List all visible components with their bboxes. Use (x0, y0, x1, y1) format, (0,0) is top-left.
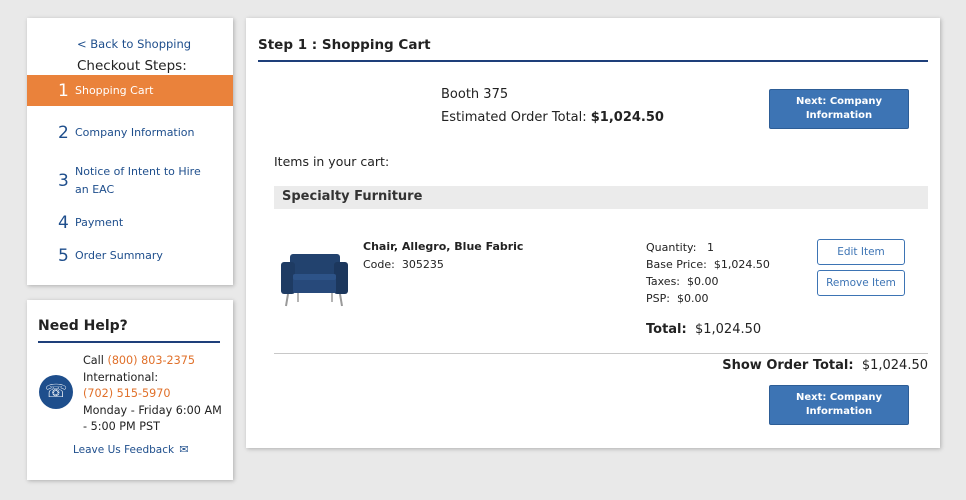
quantity-value: 1 (706, 241, 714, 254)
psp-value: $0.00 (676, 292, 709, 305)
step-label: Notice of Intent to Hire an EAC (75, 165, 201, 196)
step-number: 5 (58, 246, 69, 266)
quantity-label: Quantity: (646, 241, 697, 254)
phone-icon: ☏ (39, 375, 73, 409)
step-payment[interactable]: 4 Payment (27, 213, 233, 233)
leave-feedback-link[interactable]: Leave Us Feedback ✉ (73, 443, 189, 456)
psp-label: PSP: (646, 292, 670, 305)
estimated-total-value: $1,024.50 (590, 110, 664, 125)
step-company-information[interactable]: 2 Company Information (27, 115, 233, 151)
category-title: Specialty Furniture (282, 189, 423, 204)
category-header: Specialty Furniture (274, 186, 928, 209)
envelope-icon: ✉ (179, 443, 189, 456)
call-prefix: Call (83, 354, 108, 367)
international-phone-link[interactable]: (702) 515-5970 (83, 387, 171, 400)
step-number: 4 (58, 213, 69, 233)
edit-item-button[interactable]: Edit Item (817, 239, 905, 265)
shopping-cart-panel: Step 1 : Shopping Cart Booth 375 Estimat… (246, 18, 940, 448)
estimated-order-total: Estimated Order Total: $1,024.50 (441, 110, 664, 125)
show-order-total: Show Order Total: $1,024.50 (722, 358, 928, 373)
step-label: Payment (75, 216, 124, 229)
remove-item-button[interactable]: Remove Item (817, 270, 905, 296)
psp-row: PSP: $0.00 (646, 290, 770, 307)
international-label: International: (83, 370, 159, 384)
cart-divider (274, 353, 928, 354)
step-number: 2 (58, 123, 69, 143)
next-company-information-button-bottom[interactable]: Next: Company Information (769, 385, 909, 425)
step-notice-of-intent[interactable]: 3 Notice of Intent to Hire an EAC (27, 163, 233, 199)
checkout-steps-title: Checkout Steps: (77, 58, 187, 74)
support-hours: Monday - Friday 6:00 AM - 5:00 PM PST (83, 403, 222, 434)
step-label: Order Summary (75, 249, 163, 262)
step-number: 3 (58, 171, 69, 191)
step-order-summary[interactable]: 5 Order Summary (27, 246, 233, 266)
show-order-total-value: $1,024.50 (861, 358, 928, 373)
booth-number: Booth 375 (441, 87, 509, 102)
item-total: Total: $1,024.50 (646, 322, 761, 337)
next-company-information-button-top[interactable]: Next: Company Information (769, 89, 909, 129)
step-label: Company Information (75, 126, 195, 139)
item-name: Chair, Allegro, Blue Fabric (363, 240, 524, 253)
checkout-steps-panel: < Back to Shopping Checkout Steps: 1 Sho… (27, 18, 233, 285)
help-contact-info: Call (800) 803-2375 International: (702)… (83, 353, 228, 436)
estimated-total-label: Estimated Order Total: (441, 110, 591, 125)
step-shopping-cart[interactable]: 1 Shopping Cart (27, 75, 233, 106)
item-total-value: $1,024.50 (694, 322, 762, 337)
page-title: Step 1 : Shopping Cart (258, 37, 431, 53)
base-price-row: Base Price: $1,024.50 (646, 256, 770, 273)
phone-link[interactable]: (800) 803-2375 (107, 354, 195, 367)
item-pricing: Quantity: 1 Base Price: $1,024.50 Taxes:… (646, 239, 770, 307)
item-code-label: Code: (363, 258, 395, 271)
chair-product-image (281, 254, 348, 307)
show-order-total-label: Show Order Total: (722, 358, 854, 373)
step-label: Shopping Cart (75, 83, 154, 97)
quantity-row: Quantity: 1 (646, 239, 770, 256)
item-code: Code: 305235 (363, 258, 444, 271)
taxes-row: Taxes: $0.00 (646, 273, 770, 290)
taxes-value: $0.00 (687, 275, 719, 288)
help-panel: Need Help? ☏ Call (800) 803-2375 Interna… (27, 300, 233, 480)
step-number: 1 (58, 80, 69, 101)
back-to-shopping-link[interactable]: < Back to Shopping (77, 37, 191, 51)
taxes-label: Taxes: (646, 275, 681, 288)
items-in-cart-label: Items in your cart: (274, 154, 390, 169)
feedback-label: Leave Us Feedback (73, 444, 175, 456)
base-price-value: $1,024.50 (713, 258, 770, 271)
base-price-label: Base Price: (646, 258, 707, 271)
help-title: Need Help? (38, 318, 128, 334)
item-code-value: 305235 (401, 258, 444, 271)
title-divider (258, 60, 928, 62)
item-total-label: Total: (646, 322, 687, 337)
help-divider (38, 341, 220, 343)
